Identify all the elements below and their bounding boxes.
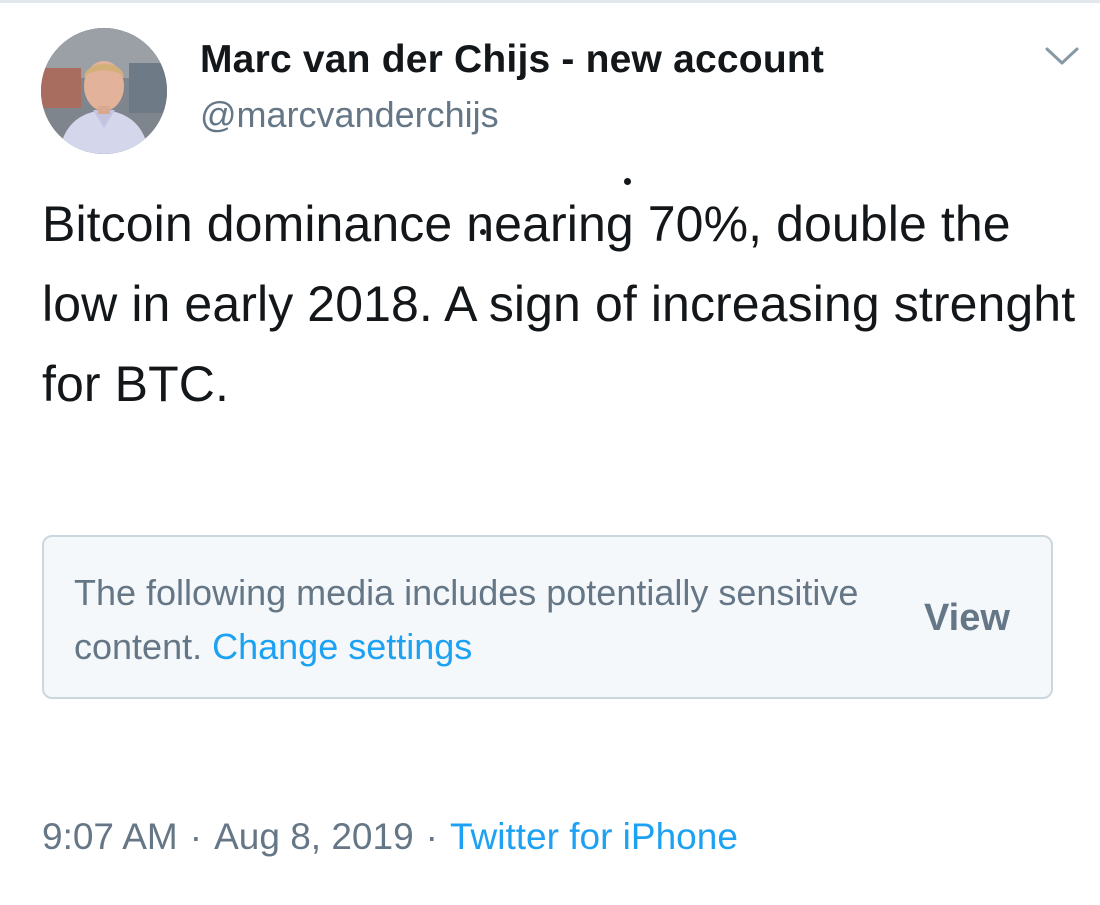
- notice-text: The following media includes potentially…: [74, 566, 874, 674]
- avatar[interactable]: [41, 28, 167, 154]
- tweet-date: Aug 8, 2019: [214, 816, 414, 857]
- meta-separator: ·: [425, 816, 438, 857]
- change-settings-link[interactable]: Change settings: [212, 626, 472, 667]
- tweet-meta: 9:07 AM · Aug 8, 2019 · Twitter for iPhone: [42, 816, 738, 858]
- tweet-text: Bitcoin dominance nearing 70%, double th…: [42, 196, 1076, 412]
- screen-speck: [480, 229, 486, 235]
- top-divider: [0, 0, 1100, 3]
- sensitive-media-notice: The following media includes potentially…: [42, 535, 1053, 699]
- tweet-time: 9:07 AM: [42, 816, 178, 857]
- more-options-button[interactable]: [1038, 38, 1086, 78]
- chevron-down-icon: [1045, 46, 1079, 71]
- view-media-button[interactable]: View: [924, 597, 1010, 640]
- tweet-source-link[interactable]: Twitter for iPhone: [450, 816, 738, 857]
- meta-separator: ·: [189, 816, 203, 857]
- author-display-name[interactable]: Marc van der Chijs - new account: [200, 38, 824, 82]
- author-handle[interactable]: @marcvanderchijs: [200, 94, 499, 136]
- screen-speck: [624, 178, 631, 185]
